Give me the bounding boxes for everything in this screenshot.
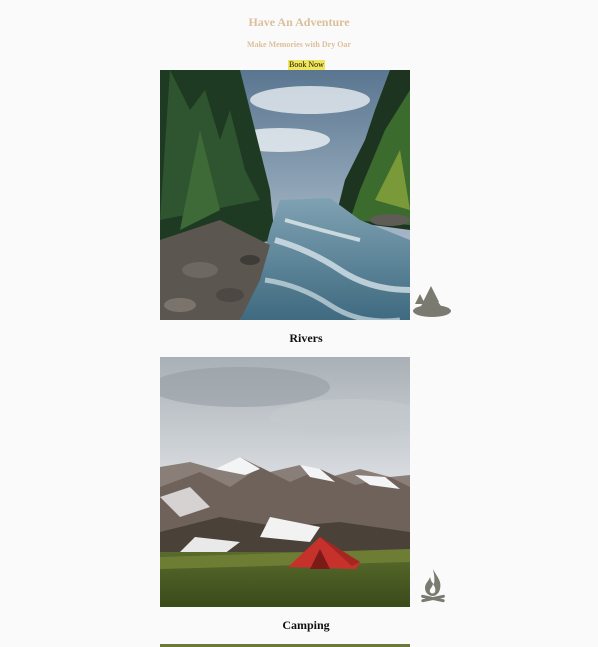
book-now-button[interactable]: Book Now xyxy=(288,60,325,70)
card-caption-rivers: Rivers xyxy=(289,331,323,345)
forest-icon xyxy=(412,286,452,323)
camping-photo xyxy=(160,357,410,607)
hero-title: Have An Adventure xyxy=(248,15,350,29)
card-caption-camping: Camping xyxy=(282,618,330,632)
river-photo xyxy=(160,70,410,320)
hero-subtitle: Make Memories with Dry Oar xyxy=(247,40,351,49)
campfire-icon xyxy=(420,569,446,608)
